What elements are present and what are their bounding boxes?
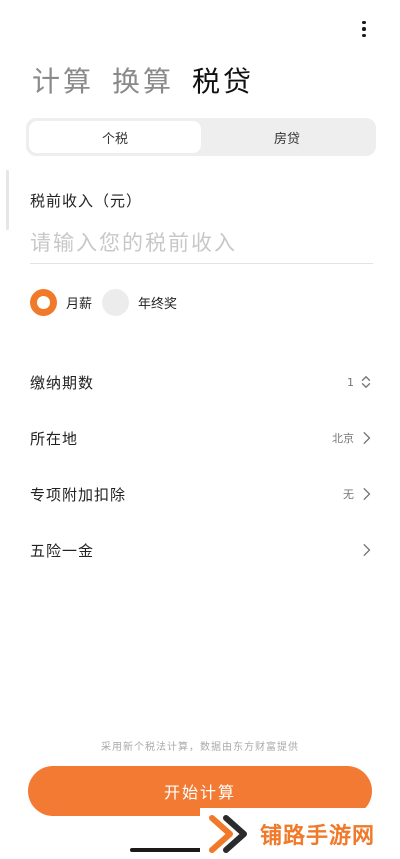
setting-label: 专项附加扣除 [30,485,127,504]
setting-row-periods[interactable]: 缴纳期数 1 [30,370,372,394]
chevron-right-icon [363,488,371,500]
scroll-indicator [6,170,9,230]
setting-label: 所在地 [30,429,79,448]
watermark-text: 铺路手游网 [260,823,376,849]
radio-label-monthly: 月薪 [66,297,93,312]
setting-value: 1 [347,375,354,389]
setting-label: 五险一金 [30,541,95,560]
income-label: 税前收入（元） [30,192,143,210]
watermark-logo-icon [209,814,247,853]
setting-value: 无 [343,488,354,501]
more-options-button[interactable] [354,18,374,40]
income-input[interactable] [30,222,373,264]
radio-unchecked-icon [102,289,130,316]
segment-mortgage[interactable]: 房贷 [201,121,373,153]
watermark: 铺路手游网 [200,808,400,859]
setting-row-location[interactable]: 所在地 北京 [30,426,372,450]
setting-row-special-deduction[interactable]: 专项附加扣除 无 [30,482,372,506]
tab-convert[interactable]: 换算 [112,60,174,100]
setting-row-social-insurance[interactable]: 五险一金 [30,538,372,562]
radio-monthly-salary[interactable]: 月薪 [30,289,92,316]
salary-type-radio-group: 月薪 年终奖 [30,289,177,316]
chevron-right-icon [363,544,371,556]
radio-checked-icon [30,289,57,316]
setting-value: 北京 [332,432,354,445]
segmented-control: 个税 房贷 [26,118,376,156]
chevron-right-icon [363,432,371,444]
chevron-up-down-icon [361,376,371,388]
segment-income-tax[interactable]: 个税 [29,121,201,153]
radio-label-bonus: 年终奖 [138,297,178,312]
top-tab-bar: 计算 换算 税贷 [32,60,254,100]
tab-tax-loan[interactable]: 税贷 [192,60,254,100]
radio-year-end-bonus[interactable]: 年终奖 [102,289,177,316]
setting-label: 缴纳期数 [30,373,95,392]
disclaimer-text: 采用新个税法计算，数据由东方财富提供 [101,742,299,753]
more-vertical-icon [362,20,366,25]
tab-calculate[interactable]: 计算 [32,60,94,100]
